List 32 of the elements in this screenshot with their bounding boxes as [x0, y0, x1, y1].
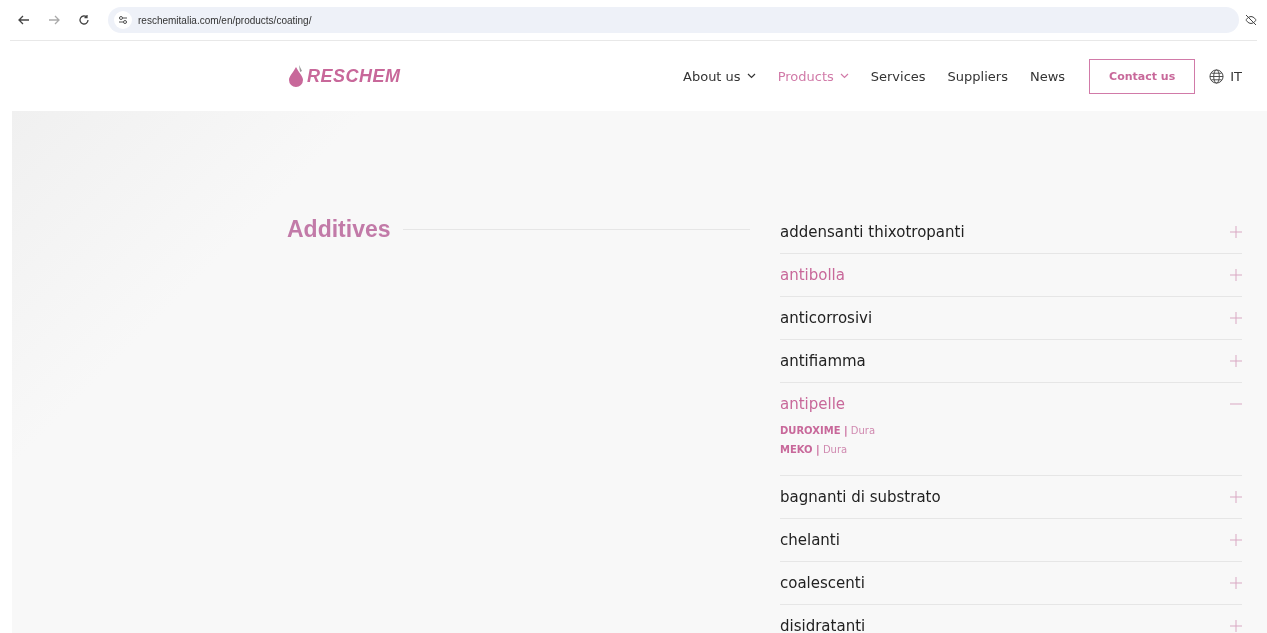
contact-button[interactable]: Contact us [1089, 58, 1196, 94]
reload-icon[interactable] [78, 14, 90, 26]
back-icon[interactable] [18, 14, 30, 26]
accordion-header[interactable]: antifiamma [780, 340, 1242, 382]
accordion-header[interactable]: disidratanti [780, 605, 1242, 633]
plus-icon [1230, 312, 1242, 324]
plus-icon [1230, 491, 1242, 503]
plus-icon [1230, 355, 1242, 367]
nav-link[interactable]: News [1029, 68, 1066, 84]
plus-icon [1230, 620, 1242, 632]
plus-icon [1230, 577, 1242, 589]
minus-icon [1230, 403, 1242, 405]
globe-icon[interactable] [1209, 68, 1225, 84]
url-text: reschemitalia.com/en/products/coating/ [138, 14, 312, 26]
reschem-logo[interactable]: RESCHEM [287, 64, 401, 88]
product-link[interactable]: MEKO | Dura [780, 440, 1242, 459]
site-settings-icon[interactable] [114, 11, 132, 29]
accordion-header[interactable]: bagnanti di substrato [780, 476, 1242, 518]
eye-off-icon[interactable] [1245, 14, 1257, 26]
nav-link[interactable]: About us [683, 68, 756, 84]
accordion-header[interactable]: coalescenti [780, 562, 1242, 604]
plus-icon [1230, 534, 1242, 546]
plus-icon [1230, 269, 1242, 281]
language-label[interactable]: IT [1230, 68, 1242, 84]
address-bar[interactable]: reschemitalia.com/en/products/coating/ [108, 7, 1239, 33]
section-title: Additives [287, 215, 391, 243]
nav-link[interactable]: Suppliers [947, 68, 1008, 84]
accordion-header[interactable]: anticorrosivi [780, 297, 1242, 339]
plus-icon [1230, 226, 1242, 238]
accordion-header[interactable]: chelanti [780, 519, 1242, 561]
nav-link[interactable]: Services [870, 68, 926, 84]
accordion-header[interactable]: addensanti thixotropanti [780, 211, 1242, 253]
